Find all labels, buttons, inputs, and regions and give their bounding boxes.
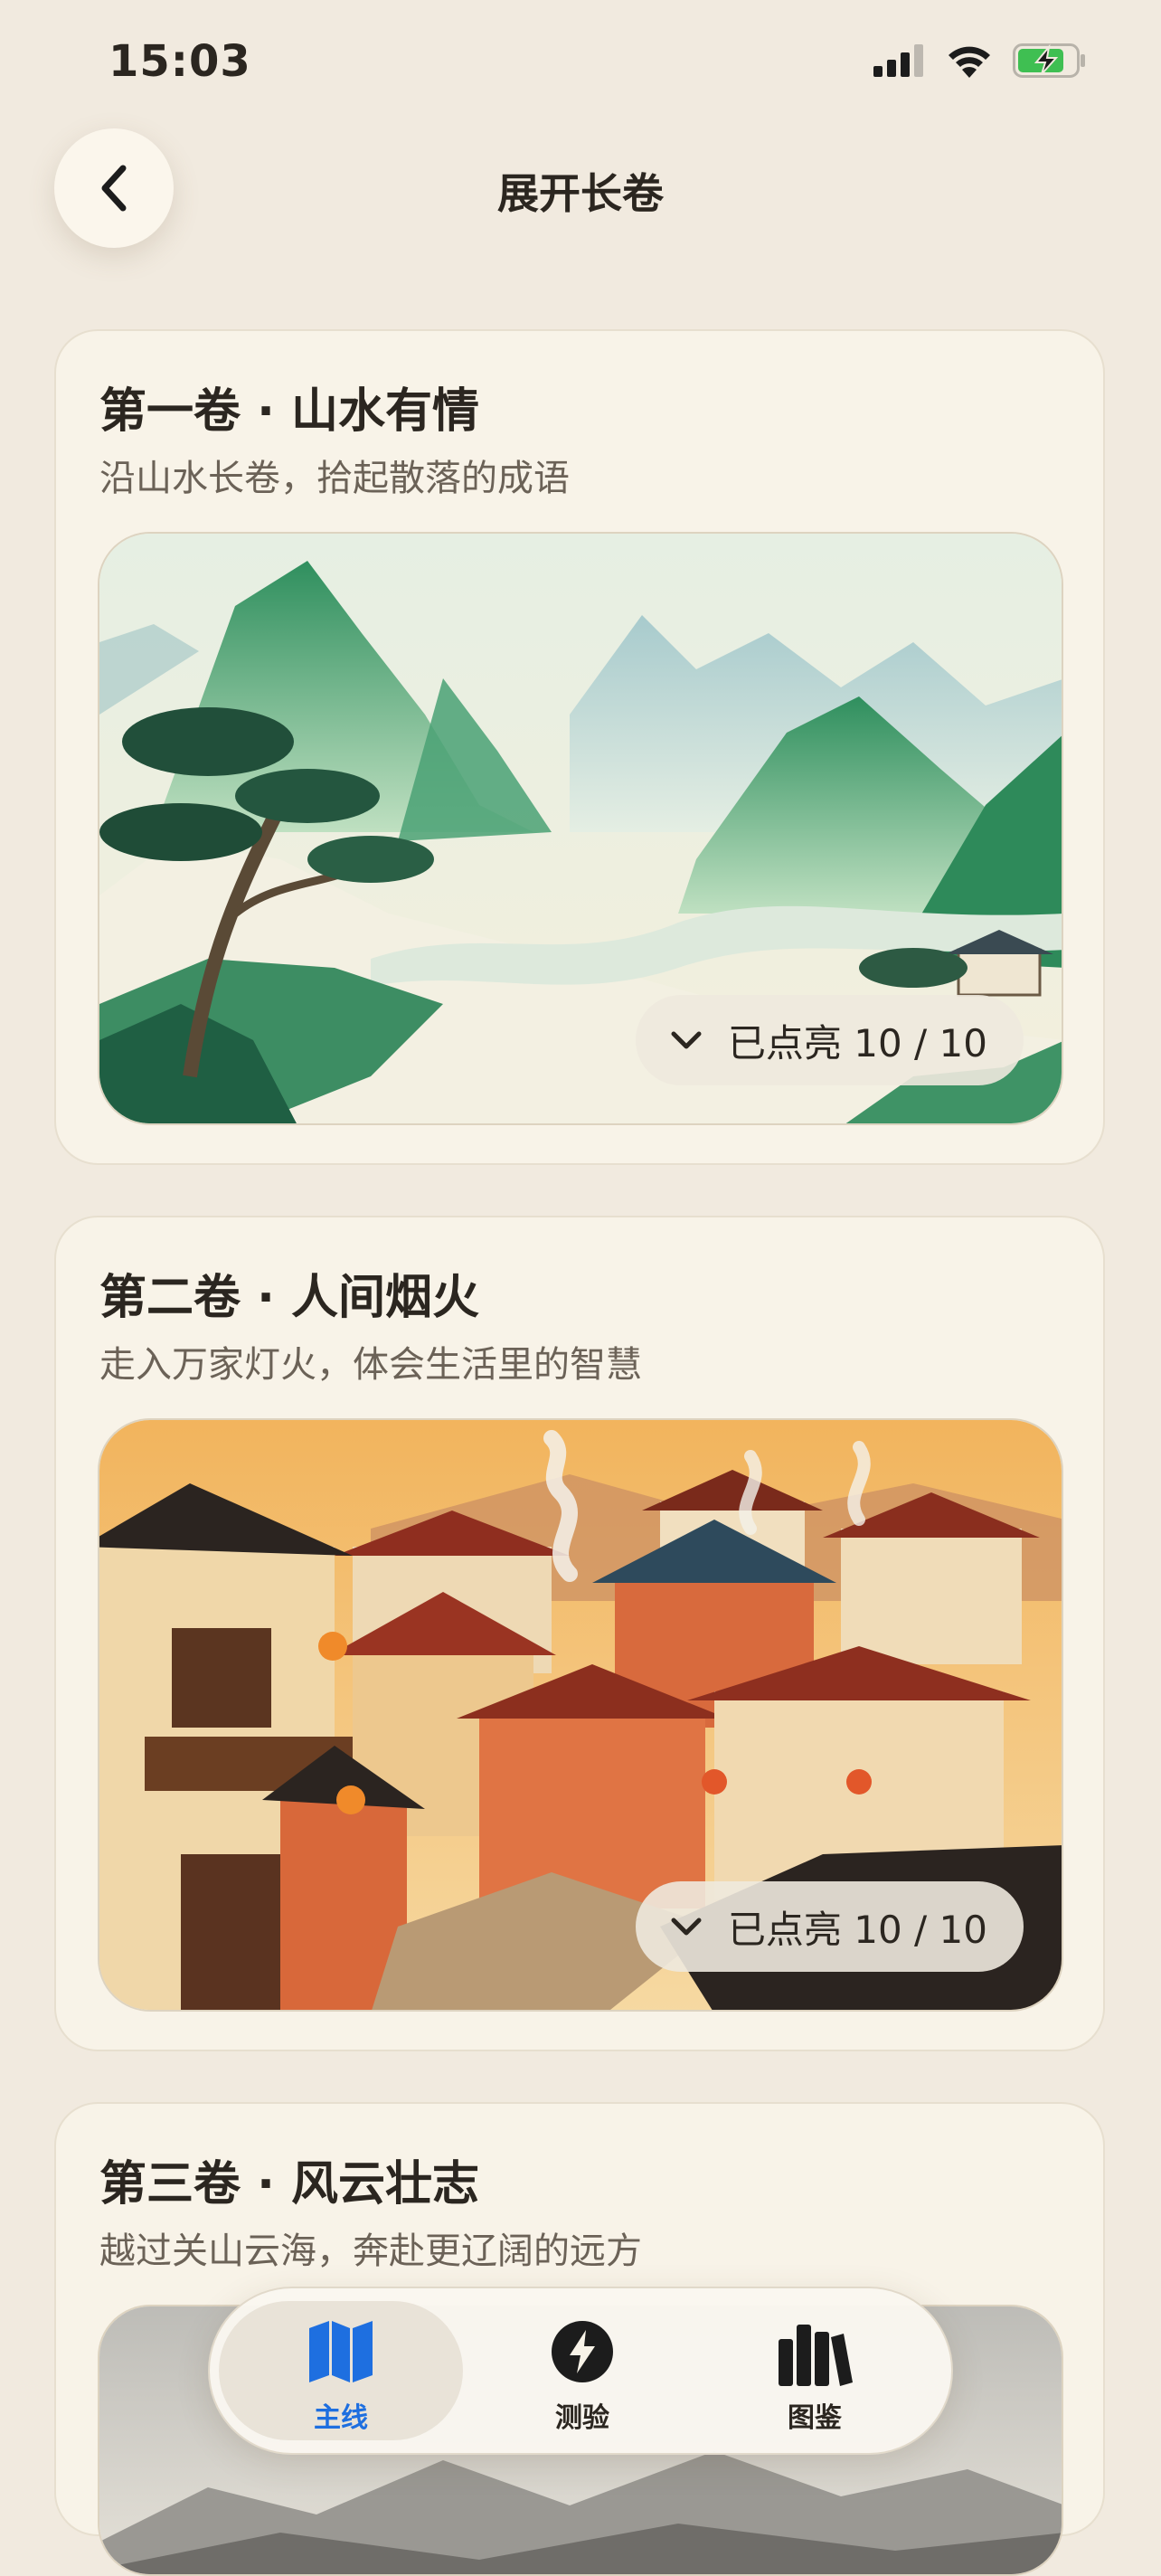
progress-pill[interactable]: 已点亮 10 / 10 bbox=[635, 995, 1024, 1085]
page-title: 展开长卷 bbox=[497, 169, 664, 218]
tab-quiz[interactable]: 测验 bbox=[460, 2301, 704, 2440]
chevron-down-icon bbox=[671, 1918, 702, 1936]
card-subtitle: 走入万家灯火，体会生活里的智慧 bbox=[99, 1344, 642, 1386]
village-painting[interactable]: 已点亮 10 / 10 bbox=[98, 1418, 1063, 2012]
progress-pill[interactable]: 已点亮 10 / 10 bbox=[635, 1881, 1024, 1972]
progress-label: 已点亮 10 / 10 bbox=[727, 1907, 987, 1952]
tab-label: 图鉴 bbox=[788, 2402, 842, 2434]
card-subtitle: 沿山水长卷，拾起散落的成语 bbox=[99, 458, 570, 499]
card-title: 第三卷 · 风云壮志 bbox=[99, 2157, 479, 2211]
wifi-icon bbox=[949, 46, 990, 78]
cellular-signal-icon bbox=[873, 44, 923, 77]
bottom-tab-bar: 主线 测验 图鉴 bbox=[208, 2287, 953, 2455]
status-bar: 15:03 bbox=[0, 0, 1161, 127]
tab-label: 主线 bbox=[314, 2402, 368, 2434]
card-title: 第二卷 · 人间烟火 bbox=[99, 1271, 479, 1325]
books-icon bbox=[779, 2325, 853, 2386]
chevron-down-icon bbox=[671, 1031, 702, 1049]
map-icon bbox=[309, 2321, 373, 2382]
card-subtitle: 越过关山云海，奔赴更辽阔的远方 bbox=[99, 2230, 642, 2272]
lightning-icon bbox=[552, 2321, 613, 2382]
progress-label: 已点亮 10 / 10 bbox=[727, 1020, 987, 1065]
status-icons bbox=[873, 43, 1087, 78]
scroll-card-2[interactable]: 第二卷 · 人间烟火 走入万家灯火，体会生活里的智慧 已点亮 10 / 10 bbox=[54, 1216, 1105, 2051]
scroll-card-1[interactable]: 第一卷 · 山水有情 沿山水长卷，拾起散落的成语 已点亮 10 / 10 bbox=[54, 329, 1105, 1165]
battery-charging-icon bbox=[1013, 43, 1085, 78]
landscape-painting[interactable]: 已点亮 10 / 10 bbox=[98, 532, 1063, 1125]
tab-main[interactable]: 主线 bbox=[219, 2301, 463, 2440]
status-time: 15:03 bbox=[109, 36, 251, 87]
tab-collection[interactable]: 图鉴 bbox=[693, 2301, 937, 2440]
card-title: 第一卷 · 山水有情 bbox=[99, 384, 479, 439]
tab-label: 测验 bbox=[555, 2402, 609, 2434]
